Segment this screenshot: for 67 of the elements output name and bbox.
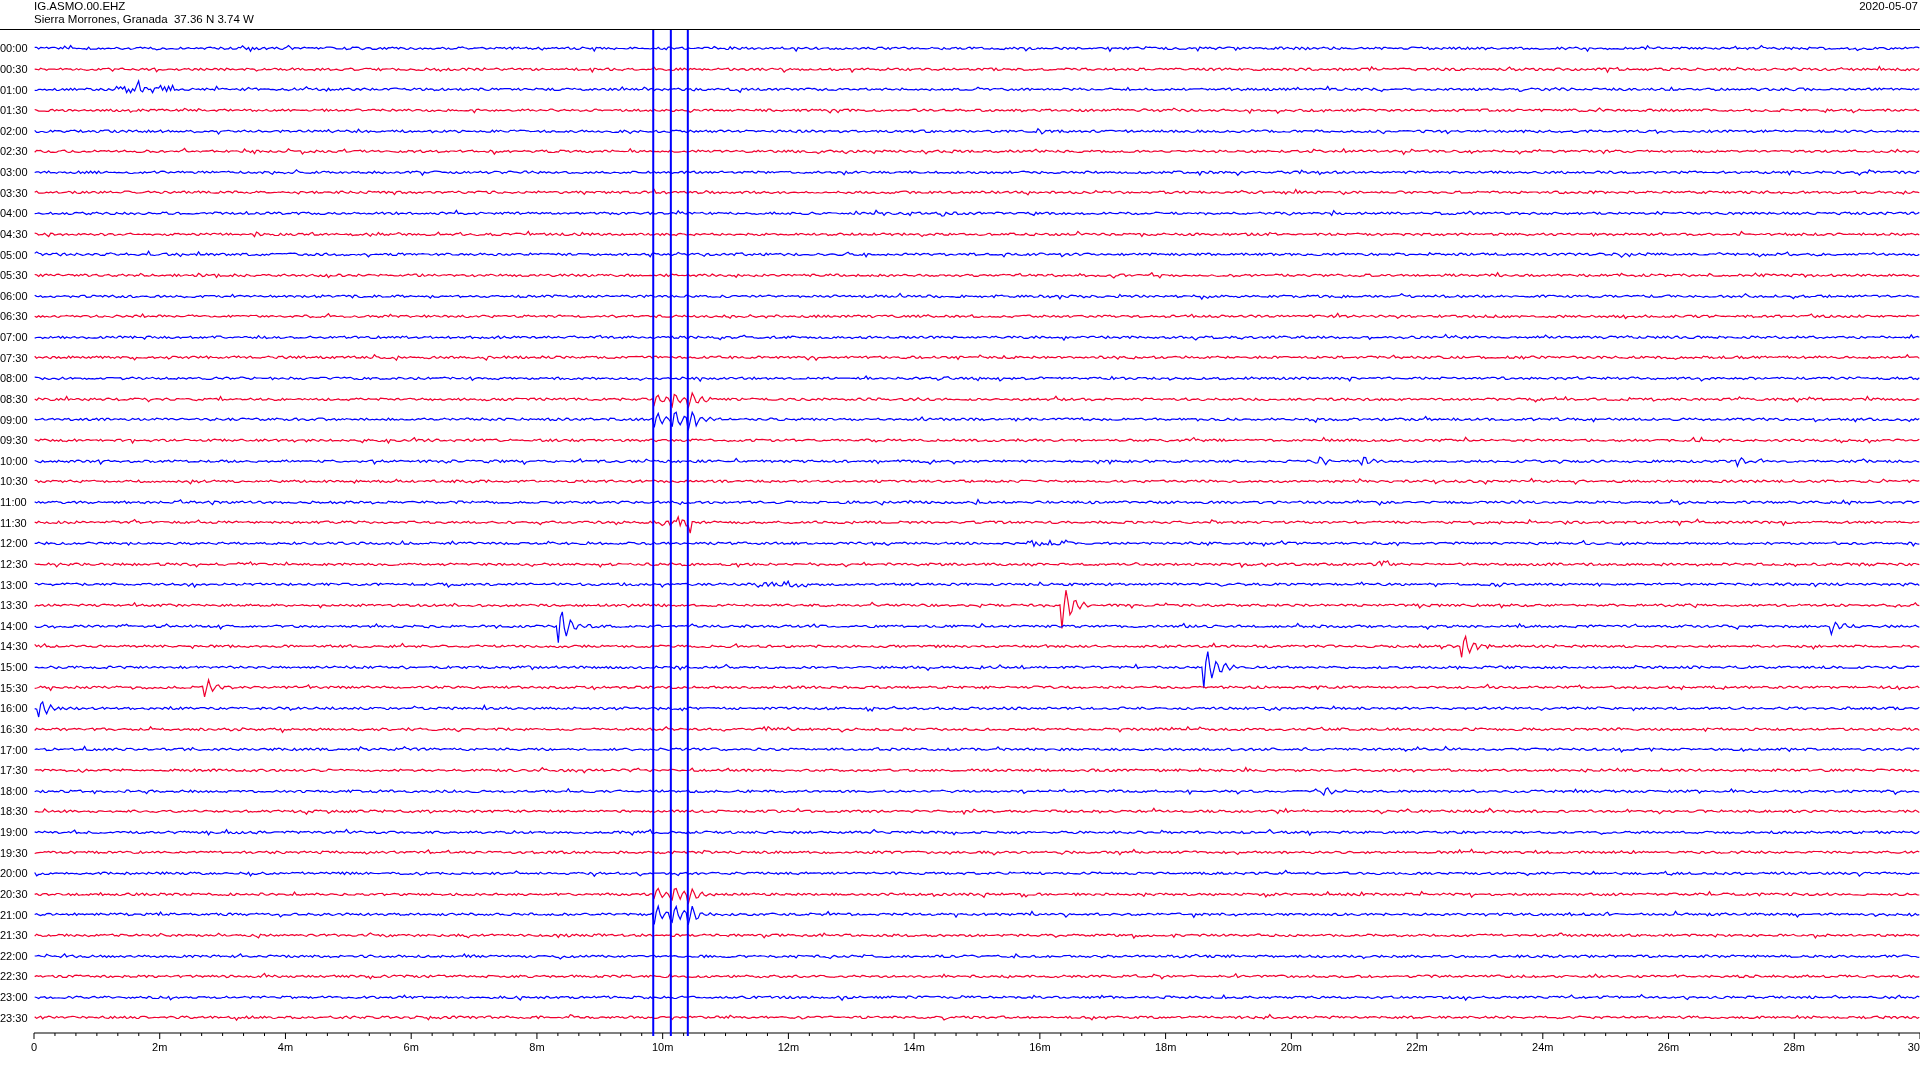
- time-label: 20:30: [0, 887, 29, 900]
- time-label: 21:30: [0, 929, 29, 942]
- time-label: 01:30: [0, 104, 29, 117]
- time-label: 02:00: [0, 124, 29, 137]
- axis-tick-label: 18m: [1154, 1041, 1177, 1053]
- time-label: 17:30: [0, 764, 29, 777]
- axis-tick-label: 26m: [1657, 1041, 1680, 1053]
- time-label: 12:00: [0, 537, 29, 550]
- time-label: 00:00: [0, 42, 29, 55]
- time-label: 02:30: [0, 145, 29, 158]
- axis-tick-label: 2m: [152, 1041, 168, 1053]
- time-label: 18:30: [0, 805, 29, 818]
- time-label: 14:30: [0, 640, 29, 653]
- time-label: 19:00: [0, 826, 29, 839]
- time-label: 15:00: [0, 661, 29, 674]
- time-label: 20:00: [0, 867, 29, 880]
- time-label: 04:00: [0, 207, 29, 220]
- axis-tick-label: 12m: [777, 1041, 800, 1053]
- time-label: 16:30: [0, 722, 29, 735]
- time-label: 07:00: [0, 331, 29, 344]
- axis-tick-label: 30: [1907, 1041, 1920, 1053]
- time-label: 06:00: [0, 289, 29, 302]
- time-label: 11:30: [0, 516, 28, 529]
- axis-tick-label: 6m: [403, 1041, 419, 1053]
- station-location: Sierra Morrones, Granada 37.36 N 3.74 W: [34, 13, 254, 26]
- time-label: 12:30: [0, 557, 29, 570]
- time-label: 01:00: [0, 83, 29, 96]
- time-label: 03:00: [0, 166, 29, 179]
- time-label: 13:30: [0, 599, 29, 612]
- time-label: 09:00: [0, 413, 29, 426]
- time-label: 22:30: [0, 970, 29, 983]
- axis-tick-label: 20m: [1280, 1041, 1303, 1053]
- axis-tick-label: 10m: [651, 1041, 674, 1053]
- time-label: 23:30: [0, 1011, 29, 1024]
- time-label: 05:30: [0, 269, 29, 282]
- time-label: 23:00: [0, 991, 29, 1004]
- axis-tick-label: 8m: [529, 1041, 545, 1053]
- axis-tick-label: 24m: [1532, 1041, 1554, 1053]
- time-label: 18:00: [0, 784, 29, 797]
- station-code: IG.ASMO.00.EHZ: [34, 0, 127, 13]
- time-label: 22:00: [0, 949, 29, 962]
- time-label: 04:30: [0, 227, 29, 240]
- axis-tick-label: 0: [30, 1041, 38, 1053]
- time-label: 03:30: [0, 186, 29, 199]
- axis-tick-label: 14m: [903, 1041, 925, 1053]
- axis-tick-label: 16m: [1029, 1041, 1051, 1053]
- time-label: 05:00: [0, 248, 29, 261]
- time-label: 09:30: [0, 434, 29, 447]
- axis-tick-label: 28m: [1783, 1041, 1805, 1053]
- time-label: 15:30: [0, 681, 29, 694]
- axis-tick-label: 4m: [277, 1041, 294, 1053]
- time-label: 10:30: [0, 475, 29, 488]
- time-label: 00:30: [0, 62, 29, 75]
- time-label: 06:30: [0, 310, 29, 323]
- time-label: 07:30: [0, 351, 29, 364]
- time-label: 11:00: [0, 496, 28, 509]
- time-label: 16:00: [0, 702, 29, 715]
- time-label: 17:00: [0, 743, 29, 756]
- time-label: 21:00: [0, 908, 29, 921]
- time-label: 08:30: [0, 392, 29, 405]
- time-label: 14:00: [0, 619, 29, 632]
- axis-tick-label: 22m: [1406, 1041, 1428, 1053]
- time-label: 10:00: [0, 454, 29, 467]
- time-label: 19:30: [0, 846, 29, 859]
- time-label: 08:00: [0, 372, 29, 385]
- time-label: 13:00: [0, 578, 29, 591]
- date-label: 2020-05-07: [1859, 0, 1918, 14]
